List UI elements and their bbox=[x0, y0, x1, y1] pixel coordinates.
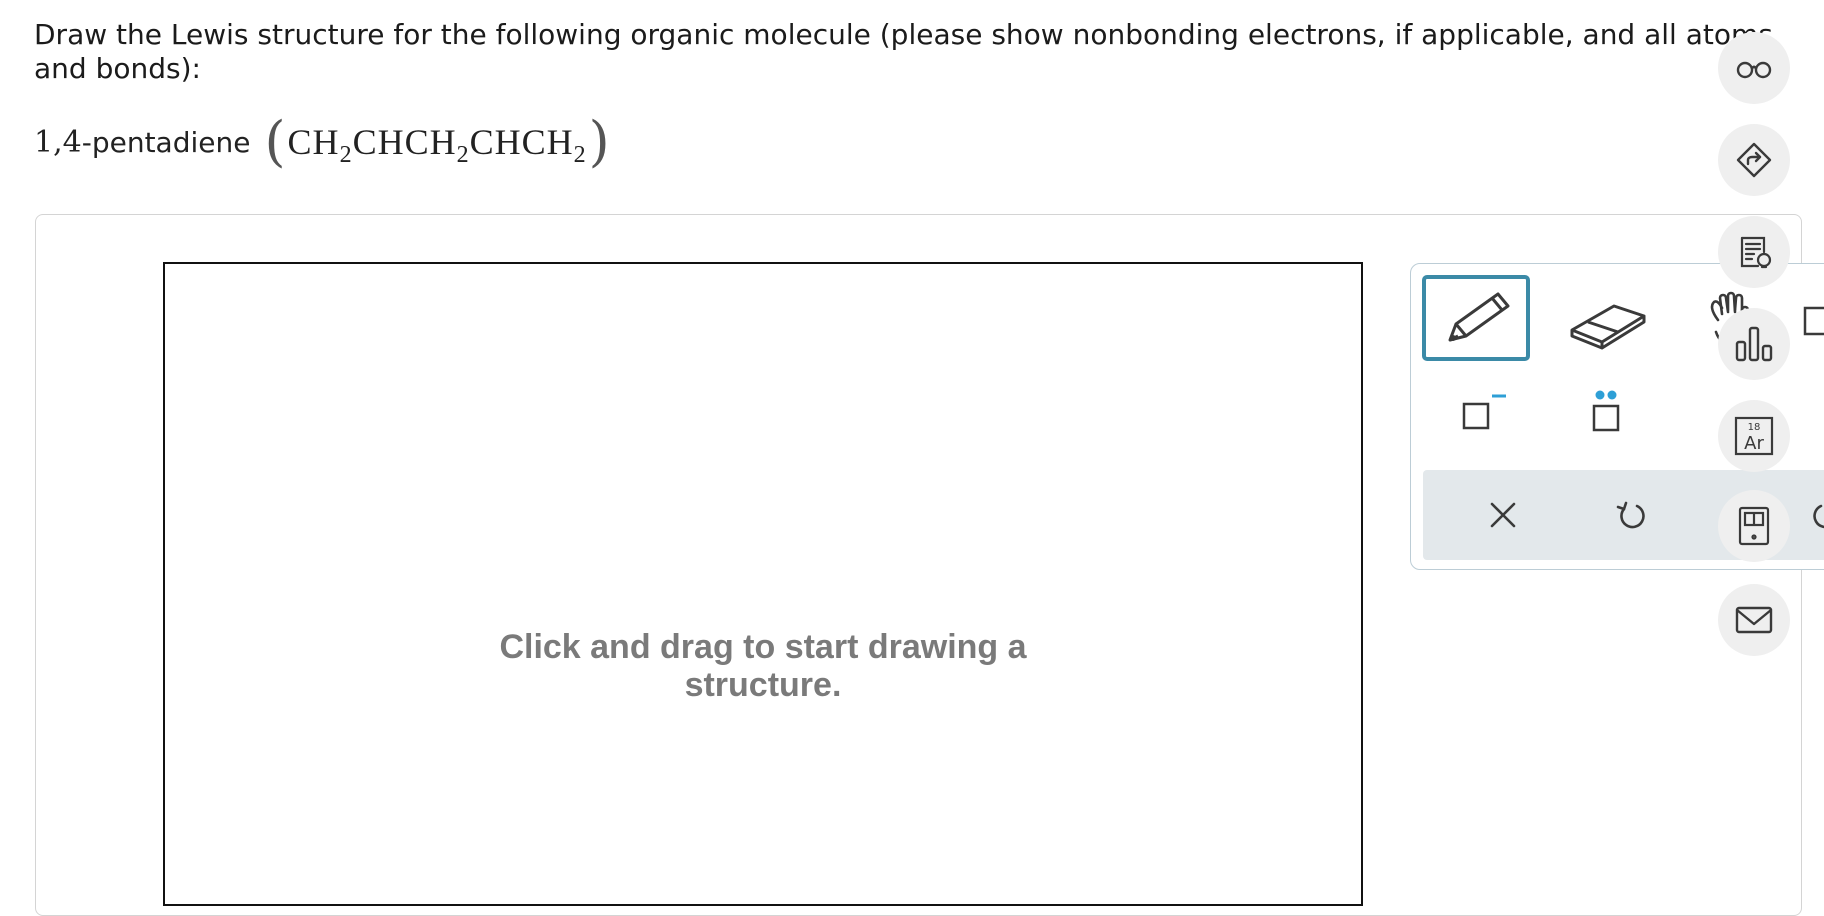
hint-button[interactable] bbox=[1718, 216, 1790, 288]
box-tool[interactable] bbox=[1799, 275, 1824, 361]
message-button[interactable] bbox=[1718, 584, 1790, 656]
clear-icon bbox=[1490, 502, 1516, 528]
read-aloud-button[interactable] bbox=[1718, 32, 1790, 104]
pencil-icon bbox=[1448, 292, 1510, 342]
mail-icon bbox=[1735, 606, 1773, 634]
compound-name: -pentadiene bbox=[81, 125, 251, 159]
calculator-icon bbox=[1738, 506, 1770, 546]
condensed-formula: CH2CHCH2CHCH2 bbox=[287, 122, 587, 168]
charge-box-icon bbox=[1462, 394, 1506, 430]
redo-icon bbox=[1813, 504, 1824, 529]
formula-close-paren: ) bbox=[588, 110, 610, 173]
svg-text:Ar: Ar bbox=[1744, 433, 1764, 454]
pencil-tool[interactable] bbox=[1422, 275, 1530, 361]
data-button[interactable] bbox=[1718, 308, 1790, 380]
canvas-hint: Click and drag to start drawing a struct… bbox=[499, 628, 1027, 704]
reading-glasses-icon bbox=[1736, 61, 1772, 79]
redo-tool[interactable] bbox=[1797, 485, 1824, 545]
bar-chart-icon bbox=[1735, 326, 1773, 362]
clear-tool[interactable] bbox=[1473, 485, 1533, 545]
drawing-canvas[interactable]: Click and drag to start drawing a struct… bbox=[163, 262, 1363, 906]
svg-text:18: 18 bbox=[1748, 422, 1761, 433]
share-button[interactable] bbox=[1718, 124, 1790, 196]
undo-icon bbox=[1616, 501, 1645, 529]
question-prompt: Draw the Lewis structure for the followi… bbox=[34, 18, 1773, 85]
share-arrow-icon bbox=[1736, 142, 1772, 178]
compound-line: 1,4 -pentadiene ( CH2CHCH2CHCH2 ) bbox=[34, 112, 612, 172]
periodic-table-icon: 18 Ar bbox=[1734, 416, 1774, 456]
periodic-table-button[interactable]: 18 Ar bbox=[1718, 400, 1790, 472]
checklist-bulb-icon bbox=[1740, 236, 1772, 269]
eraser-icon bbox=[1570, 304, 1646, 350]
calculator-button[interactable] bbox=[1718, 490, 1790, 562]
compound-locant: 1,4 bbox=[34, 124, 82, 160]
eraser-tool[interactable] bbox=[1551, 275, 1661, 361]
lone-pair-box-icon bbox=[1592, 390, 1620, 432]
undo-tool[interactable] bbox=[1601, 485, 1661, 545]
formula-open-paren: ( bbox=[264, 110, 286, 173]
charge-tool[interactable] bbox=[1431, 374, 1531, 454]
box-icon bbox=[1803, 306, 1824, 336]
lone-pair-tool[interactable] bbox=[1551, 374, 1661, 454]
